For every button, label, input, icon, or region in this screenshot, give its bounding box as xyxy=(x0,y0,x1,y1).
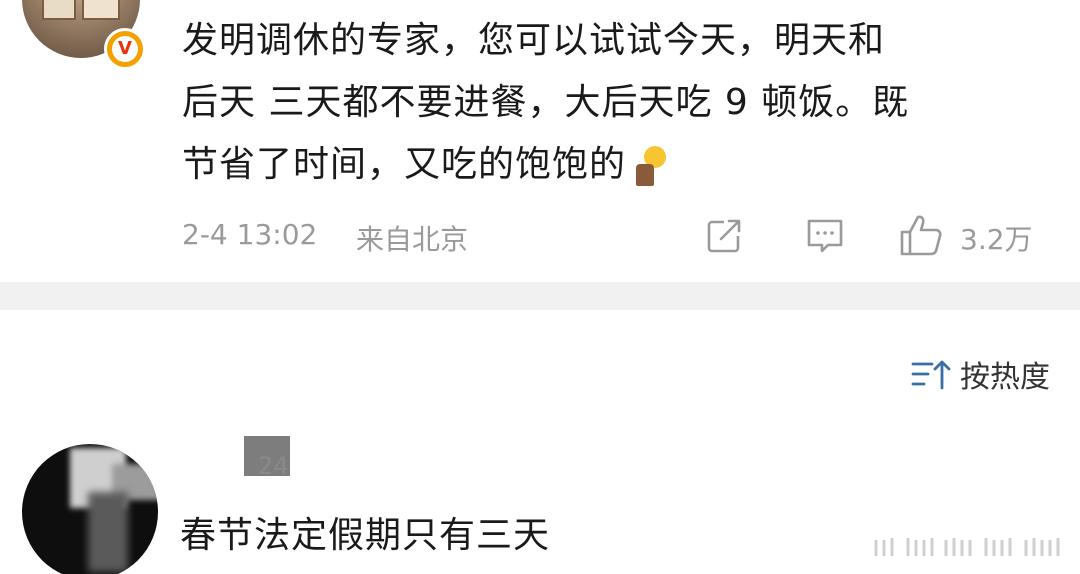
sort-by-heat-button[interactable]: 按热度 xyxy=(910,352,1050,396)
watermark-icon xyxy=(868,536,1068,558)
avatar-photo-frame xyxy=(42,0,76,20)
weibo-comment-screen: V 发明调休的专家，您可以试试今天，明天和 后天 三天都不要进餐，大后天吃 9 … xyxy=(0,0,1080,574)
comment-line: 节省了时间，又吃的饱饱的 xyxy=(182,134,1022,196)
reply-avatar[interactable] xyxy=(22,444,158,574)
comment-line: 发明调休的专家，您可以试试今天，明天和 xyxy=(182,20,886,61)
sort-label: 按热度 xyxy=(960,360,1050,395)
comment-line: 后天 三天都不要进餐，大后天吃 9 顿饭。既 xyxy=(182,82,910,123)
comment-meta-row: 2-4 13:02 来自北京 3.2万 xyxy=(182,212,1052,258)
verified-badge-icon: V xyxy=(104,28,146,70)
thumbs-up-icon[interactable] xyxy=(898,212,944,258)
comment-timestamp: 2-4 13:02 xyxy=(182,218,318,251)
section-divider xyxy=(0,282,1080,310)
comment-line-text: 节省了时间，又吃的饱饱的 xyxy=(182,144,627,185)
reply-text: 春节法定假期只有三天 xyxy=(180,515,551,556)
top-comment: V 发明调休的专家，您可以试试今天，明天和 后天 三天都不要进餐，大后天吃 9 … xyxy=(0,0,1080,282)
sort-icon xyxy=(911,360,951,390)
verified-badge-letter: V xyxy=(112,36,138,62)
share-icon[interactable] xyxy=(704,216,744,256)
avatar-blur xyxy=(88,492,128,572)
comment-location: 来自北京 xyxy=(356,223,469,256)
comment-icon[interactable] xyxy=(804,216,846,256)
user-level: 24 xyxy=(258,452,289,480)
like-count: 3.2万 xyxy=(960,223,1033,256)
lightbulb-man-emoji-icon xyxy=(632,146,667,186)
comment-body: 发明调休的专家，您可以试试今天，明天和 后天 三天都不要进餐，大后天吃 9 顿饭… xyxy=(182,10,1022,196)
avatar-photo-frame xyxy=(82,0,120,20)
